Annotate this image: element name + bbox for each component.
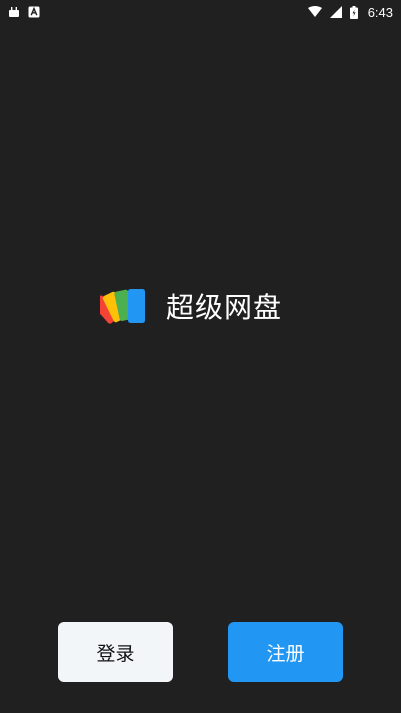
status-right: 6:43 — [307, 4, 393, 20]
register-button-label: 注册 — [266, 642, 305, 665]
login-button[interactable]: 登录 — [58, 622, 173, 682]
app-title: 超级网盘 — [166, 291, 283, 324]
status-bar: 6:43 — [0, 0, 401, 24]
battery-icon — [349, 5, 358, 19]
status-time: 6:43 — [367, 4, 393, 20]
stacked-cards-logo — [100, 286, 150, 326]
status-left — [8, 6, 40, 18]
cell-signal-icon — [329, 6, 342, 18]
wifi-icon — [307, 6, 322, 18]
register-button[interactable]: 注册 — [228, 622, 343, 682]
brand: 超级网盘 — [100, 284, 282, 328]
android-notification-icon — [8, 6, 20, 18]
login-button-label: 登录 — [96, 642, 135, 665]
text-notification-icon — [28, 6, 40, 18]
